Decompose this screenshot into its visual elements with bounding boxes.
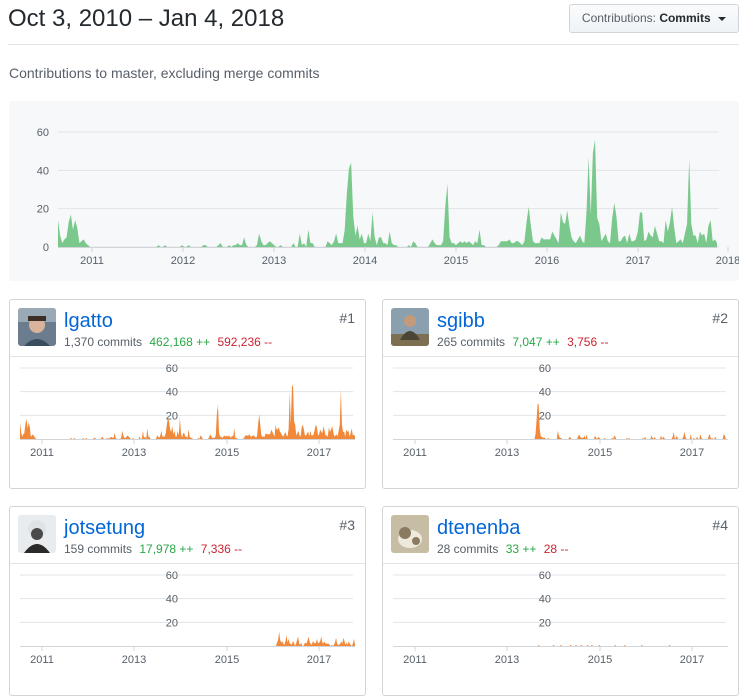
- deletions-count: 7,336 --: [200, 542, 243, 556]
- contributor-chart-svg: 20 40 60 2011 2013 2015 2017: [393, 570, 728, 666]
- dropdown-label: Contributions:: [581, 11, 656, 25]
- additions-count: 17,978 ++: [139, 542, 194, 556]
- contribution-area: [20, 631, 355, 646]
- avatar[interactable]: [391, 308, 429, 346]
- y-tick-label: 40: [37, 165, 49, 177]
- contributor-card: dtenenba #4 28 commits 33 ++ 28 -- 20 40 6…: [382, 506, 739, 696]
- x-tick-label: 2016: [535, 255, 559, 267]
- x-tick-label: 2017: [307, 654, 331, 666]
- overall-contributions-chart: 0 20 40 60 2011 2012 2013 2014 2015 2016 2017 2018: [9, 101, 739, 281]
- x-tick-label: 2015: [444, 255, 468, 267]
- contribution-area: [393, 644, 728, 646]
- contributor-header: dtenenba #4 28 commits 33 ++ 28 --: [383, 507, 738, 563]
- contributor-stats: 265 commits 7,047 ++ 3,756 --: [437, 335, 608, 349]
- x-tick-label: 2013: [122, 447, 146, 459]
- contributor-rank: #2: [712, 310, 728, 326]
- avatar[interactable]: [391, 515, 429, 553]
- contribution-area: [393, 403, 728, 439]
- contributor-chart: 20 40 60 2011 2013 2015 2017: [383, 563, 738, 696]
- x-tick-label: 2011: [30, 654, 54, 666]
- contributor-rank: #4: [712, 517, 728, 533]
- additions-count: 33 ++: [505, 542, 537, 556]
- contributions-dropdown[interactable]: Contributions: Commits: [568, 4, 739, 33]
- contributor-name-link[interactable]: sgibb: [437, 310, 485, 333]
- contributor-chart: 20 40 60 2011 2013 2015 2017: [383, 356, 738, 489]
- x-tick-label: 2013: [122, 654, 146, 666]
- y-tick-label: 40: [166, 387, 178, 399]
- x-tick-label: 2017: [680, 447, 704, 459]
- contributor-name-link[interactable]: lgatto: [64, 310, 113, 333]
- x-tick-label: 2018: [716, 255, 739, 267]
- x-tick-label: 2012: [171, 255, 195, 267]
- deletions-count: 3,756 --: [567, 335, 609, 349]
- x-tick-label: 2013: [495, 654, 519, 666]
- y-tick-label: 60: [166, 363, 178, 375]
- chevron-down-icon: [718, 16, 726, 21]
- contributor-chart: 20 40 60 2011 2013 2015 2017: [10, 563, 365, 696]
- y-tick-label: 40: [539, 387, 551, 399]
- x-tick-label: 2015: [588, 447, 612, 459]
- contributor-chart-svg: 20 40 60 2011 2013 2015 2017: [393, 363, 728, 459]
- x-tick-label: 2015: [215, 654, 239, 666]
- contributor-chart: 20 40 60 2011 2013 2015 2017: [10, 356, 365, 489]
- contributor-name-link[interactable]: dtenenba: [437, 517, 520, 540]
- contributor-card: sgibb #2 265 commits 7,047 ++ 3,756 -- 2…: [382, 299, 739, 489]
- y-tick-label: 40: [539, 594, 551, 606]
- y-tick-label: 60: [539, 363, 551, 375]
- y-tick-label: 20: [37, 204, 49, 216]
- contributor-chart-svg: 20 40 60 2011 2013 2015 2017: [20, 570, 355, 666]
- contribution-area: [58, 139, 717, 247]
- x-tick-label: 2013: [262, 255, 286, 267]
- y-tick-label: 40: [166, 594, 178, 606]
- contributor-header: jotsetung #3 159 commits 17,978 ++ 7,336…: [10, 507, 365, 563]
- commit-count: 265 commits: [437, 335, 506, 349]
- overall-chart-svg: 0 20 40 60 2011 2012 2013 2014 2015 2016 2017 2018: [37, 127, 739, 267]
- avatar[interactable]: [18, 515, 56, 553]
- subtitle: Contributions to master, excluding merge…: [9, 65, 320, 81]
- y-tick-label: 60: [37, 127, 49, 139]
- commit-count: 159 commits: [64, 542, 133, 556]
- y-tick-label: 60: [166, 570, 178, 582]
- x-tick-label: 2017: [626, 255, 650, 267]
- contributor-name-link[interactable]: jotsetung: [64, 517, 145, 540]
- contributor-chart-svg: 2040602011 2013 2015 2017: [20, 363, 355, 459]
- x-tick-label: 2015: [588, 654, 612, 666]
- deletions-count: 592,236 --: [217, 335, 273, 349]
- x-tick-label: 2017: [307, 447, 331, 459]
- commit-count: 28 commits: [437, 542, 499, 556]
- y-tick-label: 20: [539, 617, 551, 629]
- additions-count: 462,168 ++: [149, 335, 211, 349]
- contributor-card: jotsetung #3 159 commits 17,978 ++ 7,336…: [9, 506, 366, 696]
- dropdown-value: Commits: [659, 11, 711, 25]
- x-tick-label: 2013: [495, 447, 519, 459]
- page-header: Oct 3, 2010 – Jan 4, 2018 Contributions:…: [8, 0, 739, 45]
- x-tick-label: 2011: [403, 447, 427, 459]
- date-range: Oct 3, 2010 – Jan 4, 2018: [8, 5, 285, 32]
- contributor-rank: #3: [339, 517, 355, 533]
- additions-count: 7,047 ++: [512, 335, 560, 349]
- y-tick-label: 0: [43, 242, 49, 254]
- contributor-header: sgibb #2 265 commits 7,047 ++ 3,756 --: [383, 300, 738, 356]
- contributor-stats: 1,370 commits 462,168 ++ 592,236 --: [64, 335, 272, 349]
- contributor-stats: 28 commits 33 ++ 28 --: [437, 542, 568, 556]
- contributor-card: lgatto #1 1,370 commits 462,168 ++ 592,2…: [9, 299, 366, 489]
- y-tick-label: 20: [539, 410, 551, 422]
- x-tick-label: 2011: [403, 654, 427, 666]
- contributor-header: lgatto #1 1,370 commits 462,168 ++ 592,2…: [10, 300, 365, 356]
- y-tick-label: 20: [166, 617, 178, 629]
- x-tick-label: 2011: [80, 255, 104, 267]
- y-tick-label: 60: [539, 570, 551, 582]
- x-tick-label: 2017: [680, 654, 704, 666]
- contribution-area: [20, 384, 355, 439]
- commit-count: 1,370 commits: [64, 335, 143, 349]
- x-tick-label: 2014: [353, 255, 377, 267]
- x-tick-label: 2015: [215, 447, 239, 459]
- x-tick-label: 2011: [30, 447, 54, 459]
- deletions-count: 28 --: [543, 542, 569, 556]
- contributor-stats: 159 commits 17,978 ++ 7,336 --: [64, 542, 242, 556]
- contributor-rank: #1: [339, 310, 355, 326]
- avatar[interactable]: [18, 308, 56, 346]
